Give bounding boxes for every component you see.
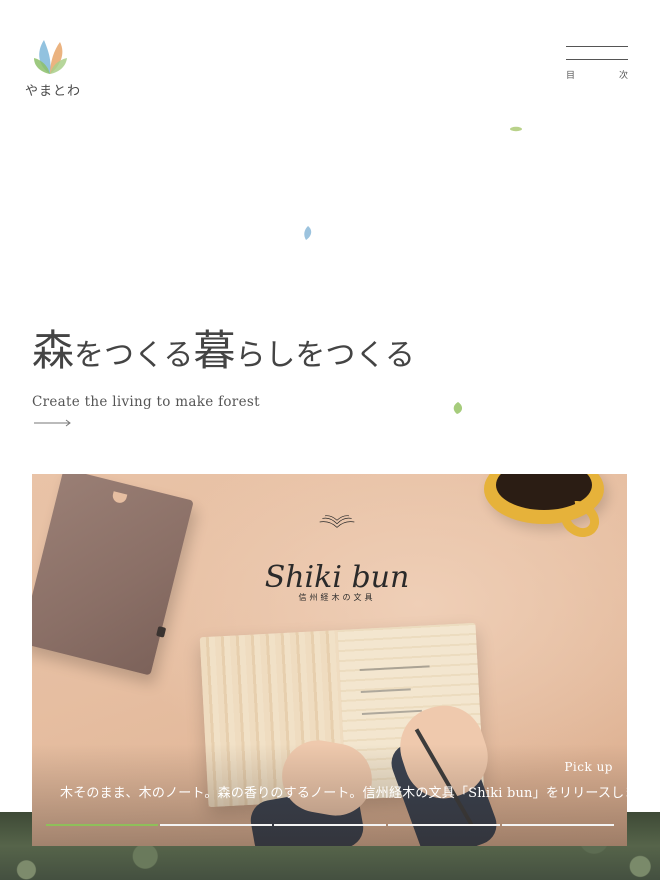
arrow-right-icon[interactable] bbox=[34, 418, 74, 428]
menu-button[interactable]: 目 次 bbox=[566, 46, 628, 81]
floating-leaf-icon bbox=[304, 226, 312, 240]
notebook-box-image bbox=[32, 474, 194, 676]
menu-line-icon bbox=[566, 59, 628, 60]
slide-indicator-3[interactable] bbox=[274, 824, 386, 826]
site-logo[interactable]: やまとわ bbox=[24, 36, 81, 99]
hero-subtitle: Create the living to make forest bbox=[32, 394, 260, 410]
logo-wordmark: やまとわ bbox=[24, 84, 81, 99]
brand-name: Shiki bun bbox=[264, 560, 410, 595]
feature-card[interactable]: Shiki bun 信州経木の文具 Pick up 木そのまま、木のノート。森の… bbox=[32, 474, 627, 846]
menu-label: 目 次 bbox=[566, 68, 628, 81]
tagline-part: らしをつくる bbox=[235, 338, 415, 373]
floating-leaf-icon bbox=[453, 402, 463, 414]
slide-indicator-1[interactable] bbox=[46, 824, 158, 826]
slide-indicator-2[interactable] bbox=[160, 824, 272, 826]
floating-leaf-icon bbox=[510, 126, 522, 132]
feature-caption: 木そのまま、木のノート。森の香りのするノート。信州経木の文具「Shiki bun… bbox=[60, 786, 627, 801]
pick-up-label: Pick up bbox=[564, 760, 613, 774]
tagline-part: 森 bbox=[32, 326, 75, 375]
tagline-part: 暮 bbox=[193, 326, 236, 375]
slide-indicator-5[interactable] bbox=[502, 824, 614, 826]
leaf-logo-icon bbox=[34, 40, 67, 74]
brand-subtitle: 信州経木の文具 bbox=[298, 593, 376, 602]
open-book-icon bbox=[319, 515, 355, 528]
slide-indicator-4[interactable] bbox=[388, 824, 500, 826]
menu-line-icon bbox=[566, 46, 628, 47]
menu-label-right: 次 bbox=[618, 71, 628, 81]
hero-tagline: 森をつくる暮らしをつくる bbox=[32, 330, 452, 386]
menu-label-left: 目 bbox=[566, 71, 576, 81]
slide-progress bbox=[46, 824, 614, 826]
tagline-part: をつくる bbox=[74, 338, 194, 373]
